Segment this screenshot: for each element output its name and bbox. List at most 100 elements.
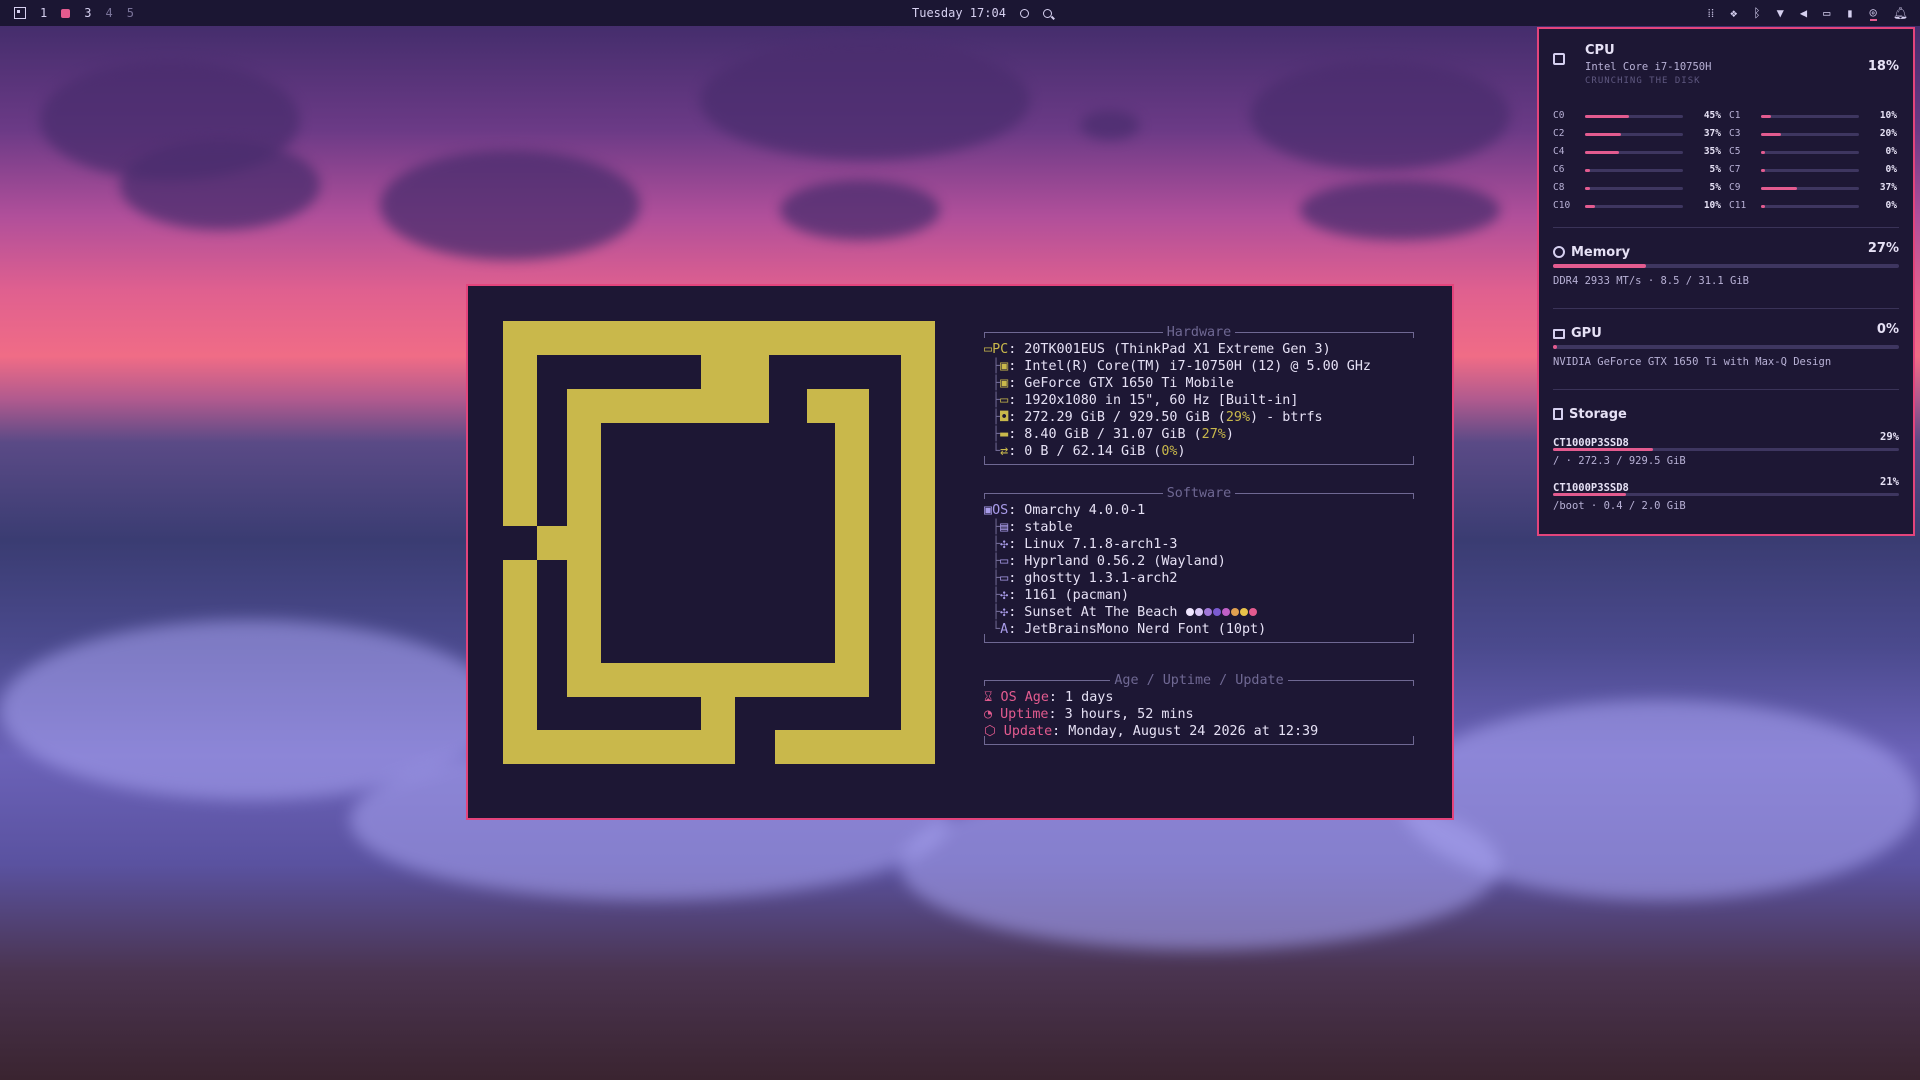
cpu-title: CPU: [1585, 43, 1615, 58]
theme-swatch: [1248, 608, 1257, 616]
hw-memory-row: ├▬: 8.40 GiB / 31.07 GiB (27%): [984, 427, 1234, 442]
window-manager-icon: ▭: [1000, 554, 1009, 569]
core-label: C1: [1729, 110, 1741, 121]
sw-font-row: └A: JetBrainsMono Nerd Font (10pt): [984, 622, 1267, 637]
bell-icon[interactable]: 🔔︎: [1893, 6, 1908, 20]
cpu-usage: 18%: [1867, 59, 1899, 74]
workspace-switcher: 1 3 4 5: [14, 0, 134, 26]
disk-1-bar: [1553, 448, 1899, 451]
disk-icon: ◘: [1000, 410, 1009, 425]
memory-detail: DDR4 2933 MT/s · 8.5 / 31.1 GiB: [1553, 275, 1749, 287]
laptop-icon: ▭: [984, 342, 993, 357]
core-usage-bar: [1761, 205, 1859, 208]
clock[interactable]: Tuesday 17:04: [912, 6, 1006, 20]
launcher-icon[interactable]: [14, 7, 26, 19]
core-label: C4: [1553, 146, 1565, 157]
core-label: C3: [1729, 128, 1741, 139]
core-value: 37%: [1879, 182, 1897, 193]
top-bar: 1 3 4 5 Tuesday 17:04 ⁞⁞ ❖ ᛒ ▼ ◀ ▭ ▮ ◎ 🔔…: [0, 0, 1920, 26]
core-usage-bar: [1585, 205, 1683, 208]
core-label: C2: [1553, 128, 1565, 139]
os-icon: ▣: [984, 503, 993, 518]
os-age-row: ⌛︎ OS Age: 1 days: [984, 690, 1114, 705]
workspace-3[interactable]: 3: [84, 6, 91, 20]
hw-gpu-row: ├▣: GeForce GTX 1650 Ti Mobile: [984, 376, 1234, 391]
bluetooth-icon[interactable]: ᛒ: [1753, 6, 1760, 20]
core-usage-bar: [1585, 151, 1683, 154]
hardware-section: Hardware ▭PC: 20TK001EUS (ThinkPad X1 Ex…: [984, 324, 1414, 477]
uptime-row: ◔ Uptime: 3 hours, 52 mins: [984, 707, 1194, 722]
cpu-core-c8: C8 5%: [1553, 182, 1721, 196]
wifi-icon[interactable]: ▼: [1777, 6, 1784, 20]
omarchy-logo: [503, 321, 935, 764]
storage-section: Storage CT1000P3SSD8 29% / · 272.3 / 929…: [1553, 403, 1899, 523]
brightness-icon[interactable]: [1019, 8, 1029, 18]
sw-os-row: ▣OS: Omarchy 4.0.0-1: [984, 503, 1146, 518]
workspace-1[interactable]: 1: [40, 6, 47, 20]
hw-pc-row: ▭PC: 20TK001EUS (ThinkPad X1 Extreme Gen…: [984, 342, 1331, 357]
gpu-bar: [1553, 345, 1899, 349]
theme-swatch: [1194, 608, 1203, 616]
gpu-title: GPU: [1553, 326, 1602, 341]
core-usage-bar: [1761, 151, 1859, 154]
volume-icon[interactable]: ◀: [1800, 6, 1807, 20]
core-usage-bar: [1585, 169, 1683, 172]
system-monitor-panel[interactable]: CPU Intel Core i7-10750H CRUNCHING THE D…: [1537, 27, 1915, 536]
cpu-core-c11: C11 0%: [1729, 200, 1897, 214]
grid-icon[interactable]: ⁞⁞: [1707, 6, 1714, 21]
cpu-chip-icon: [1553, 53, 1565, 65]
display-icon: ▭: [1000, 393, 1009, 408]
cpu-core-c9: C9 37%: [1729, 182, 1897, 196]
storage-title: Storage: [1553, 407, 1627, 422]
gpu-card-icon: [1553, 329, 1565, 339]
theme-swatch: [1239, 608, 1248, 616]
theme-swatch: [1212, 608, 1221, 616]
display-icon[interactable]: ▭: [1823, 6, 1830, 20]
terminal-icon: ▭: [1000, 571, 1009, 586]
sw-kernel-row: ├✣: Linux 7.1.8-arch1-3: [984, 537, 1178, 552]
package-icon: ⬡: [984, 724, 1004, 739]
memory-bar: [1553, 264, 1899, 268]
fastfetch-terminal-window[interactable]: Hardware ▭PC: 20TK001EUS (ThinkPad X1 Ex…: [466, 284, 1454, 820]
core-label: C7: [1729, 164, 1741, 175]
gpu-detail: NVIDIA GeForce GTX 1650 Ti with Max-Q De…: [1553, 356, 1832, 368]
core-value: 10%: [1703, 200, 1721, 211]
core-value: 5%: [1709, 164, 1721, 175]
core-label: C10: [1553, 200, 1571, 211]
active-workspace-indicator[interactable]: [61, 8, 71, 18]
packages-icon: ✣: [1000, 588, 1009, 603]
theme-icon: ✣: [1000, 605, 1009, 620]
core-usage-bar: [1585, 133, 1683, 136]
workspace-5[interactable]: 5: [127, 6, 134, 20]
storage-disk-1: CT1000P3SSD8 29% / · 272.3 / 929.5 GiB: [1553, 431, 1899, 467]
battery-icon[interactable]: ▮: [1846, 6, 1853, 20]
gauge-icon: [1553, 246, 1565, 258]
cpu-core-c10: C10 10%: [1553, 200, 1721, 214]
gpu-usage: 0%: [1876, 322, 1899, 337]
core-value: 35%: [1703, 146, 1721, 157]
core-value: 0%: [1885, 200, 1897, 211]
age-uptime-section: Age / Uptime / Update ⌛︎ OS Age: 1 days …: [984, 672, 1414, 757]
age-uptime-title: Age / Uptime / Update: [1110, 672, 1288, 689]
core-usage-bar: [1761, 115, 1859, 118]
dropbox-icon[interactable]: ❖: [1730, 6, 1737, 20]
drive-icon: [1553, 408, 1563, 420]
cpu-core-c4: C4 35%: [1553, 146, 1721, 160]
sw-terminal-row: ├▭: ghostty 1.3.1-arch2: [984, 571, 1178, 586]
core-usage-bar: [1585, 115, 1683, 118]
core-value: 37%: [1703, 128, 1721, 139]
software-title: Software: [1162, 485, 1236, 502]
sw-wm-row: ├▭: Hyprland 0.56.2 (Wayland): [984, 554, 1226, 569]
search-icon[interactable]: [1042, 8, 1052, 18]
clock-icon: ◔: [984, 707, 1001, 722]
kernel-icon: ✣: [1000, 537, 1009, 552]
workspace-4[interactable]: 4: [105, 6, 112, 20]
theme-color-swatches: [1185, 605, 1258, 620]
power-icon[interactable]: ◎: [1869, 5, 1877, 21]
cpu-section: CPU Intel Core i7-10750H CRUNCHING THE D…: [1553, 43, 1899, 87]
software-section: Software ▣OS: Omarchy 4.0.0-1 ├▤: stable…: [984, 485, 1414, 655]
theme-swatch: [1221, 608, 1230, 616]
hourglass-icon: ⌛︎: [984, 690, 1001, 705]
cpu-core-c1: C1 10%: [1729, 110, 1897, 124]
core-label: C0: [1553, 110, 1565, 121]
